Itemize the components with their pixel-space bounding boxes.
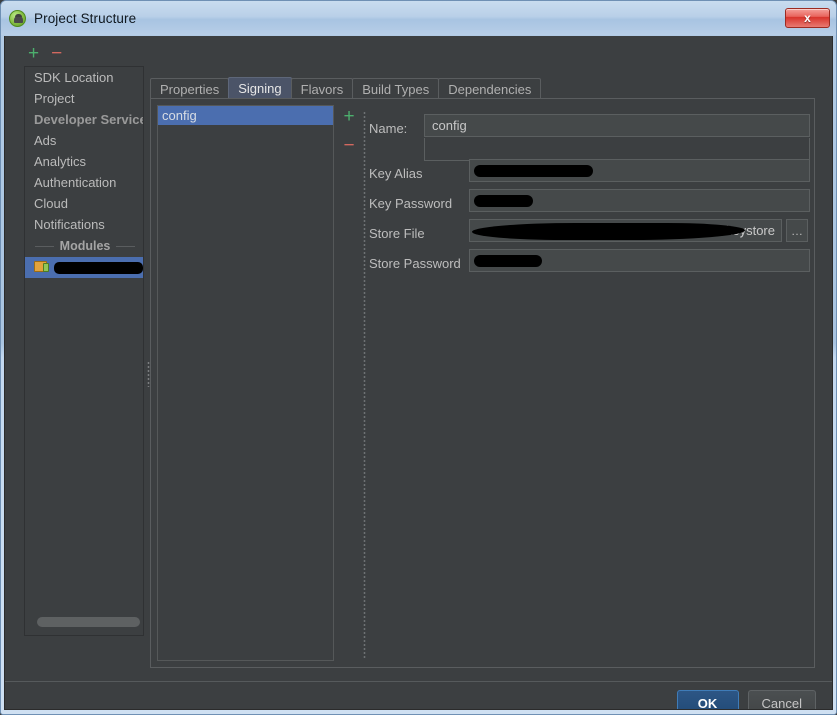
- close-icon: x: [804, 11, 811, 25]
- sidebar-header-developer-services: Developer Services: [34, 112, 144, 127]
- tab-flavors[interactable]: Flavors: [290, 78, 354, 99]
- signing-config-remove-button[interactable]: −: [343, 136, 354, 155]
- store-file-label: Store File: [369, 225, 425, 241]
- key-alias-label: Key Alias: [369, 165, 423, 181]
- key-password-redaction: [474, 195, 533, 207]
- sidebar-item-notifications[interactable]: Notifications: [25, 214, 143, 235]
- sidebar-item-project[interactable]: Project: [25, 88, 143, 109]
- sidebar-horizontal-scrollbar[interactable]: [37, 617, 140, 627]
- close-button[interactable]: x: [785, 8, 830, 28]
- sidebar-item-authentication[interactable]: Authentication: [25, 172, 143, 193]
- separator-line-right: [116, 245, 136, 247]
- android-studio-icon: [9, 9, 26, 27]
- tab-properties[interactable]: Properties: [150, 78, 230, 99]
- tab-dependencies[interactable]: Dependencies: [438, 78, 542, 99]
- project-structure-window: Project Structure x + − SDK Location Pro…: [0, 0, 837, 715]
- sidebar-item-analytics[interactable]: Analytics: [25, 151, 143, 172]
- module-name-redacted: [54, 261, 143, 274]
- sidebar-item-sdk-location[interactable]: SDK Location: [25, 67, 143, 88]
- sidebar: + − SDK Location Project Developer Servi…: [19, 40, 144, 640]
- window-title: Project Structure: [34, 10, 137, 26]
- key-alias-row: Key Alias: [369, 161, 422, 185]
- store-file-row: Store File: [369, 221, 425, 245]
- name-input-spacer: [424, 138, 810, 161]
- sidebar-toolbar: + −: [19, 40, 144, 66]
- signing-config-list: config: [157, 105, 334, 661]
- name-label: Name:: [369, 120, 408, 136]
- sidebar-item-cloud[interactable]: Cloud: [25, 193, 143, 214]
- tab-signing[interactable]: Signing: [228, 77, 292, 99]
- sidebar-list: SDK Location Project Developer Services …: [24, 66, 144, 636]
- module-icon-chip: [43, 263, 49, 272]
- signing-inner-splitter[interactable]: [361, 105, 369, 661]
- store-password-redaction: [474, 255, 542, 267]
- footer-separator: [5, 681, 832, 682]
- key-password-label: Key Password: [369, 195, 453, 211]
- signing-form: Name: config Key Alias Key Password Stor…: [369, 105, 810, 661]
- signing-tab-panel: config + − Name: config Key Alias Key Pa…: [150, 98, 815, 668]
- module-icon: [34, 261, 49, 274]
- key-password-row: Key Password: [369, 191, 452, 215]
- store-password-label: Store Password: [369, 255, 461, 271]
- sidebar-item-ads[interactable]: Ads: [25, 130, 143, 151]
- sidebar-add-button[interactable]: +: [28, 44, 39, 63]
- separator-line-left: [35, 245, 54, 247]
- store-password-row: Store Password: [369, 251, 461, 275]
- tab-bar: Properties Signing Flavors Build Types D…: [150, 77, 542, 99]
- title-bar[interactable]: Project Structure: [0, 0, 837, 36]
- client-area: + − SDK Location Project Developer Servi…: [4, 36, 833, 710]
- signing-config-add-button[interactable]: +: [343, 107, 354, 126]
- name-input[interactable]: config: [424, 114, 810, 137]
- name-row: Name:: [369, 116, 407, 140]
- sidebar-item-module[interactable]: [25, 257, 143, 278]
- key-alias-redaction: [474, 165, 593, 177]
- signing-config-item-config[interactable]: config: [158, 106, 333, 125]
- tab-build-types[interactable]: Build Types: [352, 78, 440, 99]
- store-file-redaction: [472, 223, 745, 240]
- signing-config-toolbar: + −: [339, 107, 359, 155]
- sidebar-remove-button[interactable]: −: [51, 44, 62, 63]
- ok-button[interactable]: OK: [676, 690, 739, 709]
- store-file-browse-button[interactable]: …: [786, 219, 808, 242]
- inner-splitter-grip: [363, 111, 366, 659]
- dialog-footer: OK Cancel: [676, 690, 816, 709]
- sidebar-modules-separator: Modules: [25, 235, 143, 257]
- separator-label: Modules: [59, 239, 111, 253]
- cancel-button[interactable]: Cancel: [747, 690, 816, 709]
